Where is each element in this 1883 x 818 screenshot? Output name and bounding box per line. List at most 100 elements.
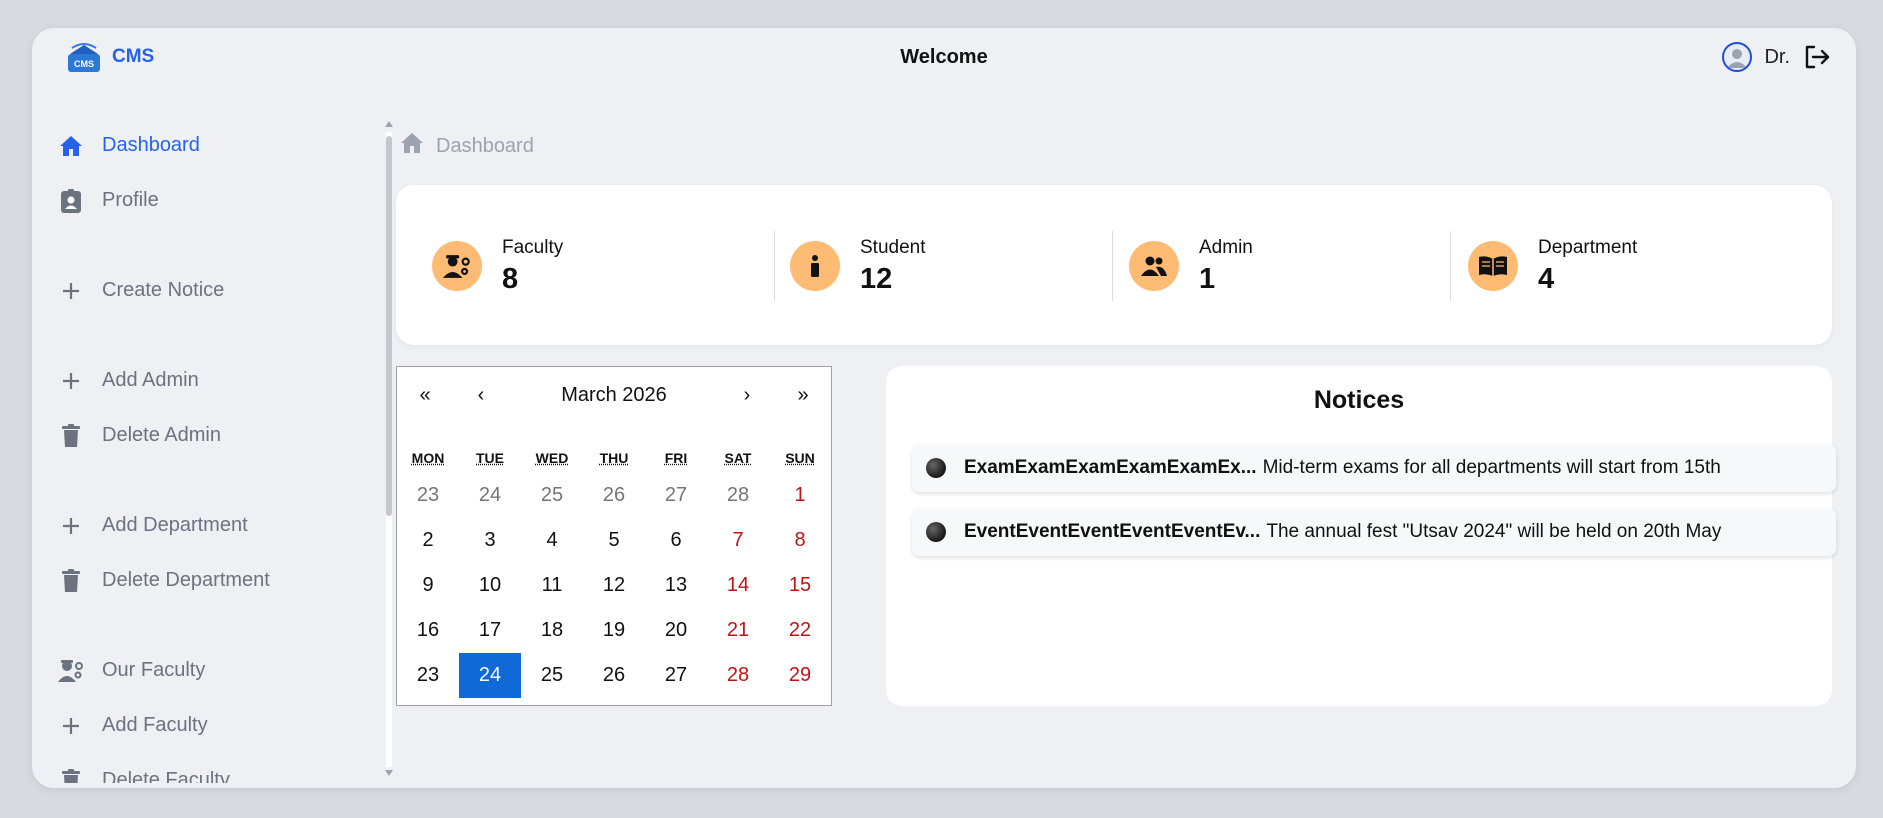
stat-label: Faculty	[502, 236, 564, 258]
sidebar-item-add-department[interactable]: Add Department	[32, 498, 384, 553]
calendar-day[interactable]: 14	[707, 563, 769, 608]
calendar-day[interactable]: 11	[521, 563, 583, 608]
scroll-up-arrow-icon[interactable]	[385, 121, 393, 127]
calendar-day[interactable]: 29	[769, 653, 831, 698]
plus-icon	[58, 368, 84, 394]
calendar-day[interactable]: 7	[707, 518, 769, 563]
calendar-day[interactable]: 12	[583, 563, 645, 608]
avatar-icon[interactable]	[1722, 42, 1753, 72]
calendar-weekdays: MON TUE WED THU FRI SAT SUN	[397, 443, 831, 473]
calendar-day[interactable]: 27	[645, 653, 707, 698]
home-icon	[58, 133, 84, 159]
sidebar-item-profile[interactable]: Profile	[32, 173, 384, 228]
breadcrumb-label[interactable]: Dashboard	[436, 135, 534, 158]
calendar-day[interactable]: 2	[397, 518, 459, 563]
calendar-day[interactable]: 20	[645, 608, 707, 653]
calendar-day-today[interactable]: 24	[459, 653, 521, 698]
next-month-button[interactable]: ›	[719, 384, 775, 407]
weekday-label: FRI	[664, 450, 688, 466]
calendar-day[interactable]: 16	[397, 608, 459, 653]
stat-value: 1	[1199, 262, 1216, 295]
faculty-icon	[432, 241, 482, 291]
trash-icon	[58, 768, 84, 783]
sidebar-item-delete-faculty[interactable]: Delete Faculty	[32, 753, 384, 783]
calendar-day[interactable]: 26	[583, 473, 645, 518]
sidebar: Dashboard Profile Create Notice Add Admi…	[32, 118, 384, 783]
calendar-day[interactable]: 10	[459, 563, 521, 608]
calendar-day[interactable]: 24	[459, 473, 521, 518]
sidebar-item-label: Delete Department	[102, 569, 270, 591]
calendar: « ‹ March 2026 › » MON TUE WED THU FRI SAT SUN…	[396, 366, 832, 706]
sidebar-item-add-faculty[interactable]: Add Faculty	[32, 698, 384, 753]
next-year-button[interactable]: »	[775, 384, 831, 407]
calendar-day[interactable]: 6	[645, 518, 707, 563]
calendar-day[interactable]: 21	[707, 608, 769, 653]
sidebar-item-delete-department[interactable]: Delete Department	[32, 553, 384, 608]
calendar-day[interactable]: 25	[521, 653, 583, 698]
calendar-nav: « ‹ March 2026 › »	[397, 367, 831, 423]
stat-label: Student	[860, 236, 926, 258]
notice-title: EventEventEventEventEventEv...	[964, 521, 1261, 542]
student-icon	[790, 241, 840, 291]
sidebar-item-label: Delete Admin	[102, 424, 221, 446]
id-badge-icon	[58, 188, 84, 214]
calendar-day[interactable]: 23	[397, 653, 459, 698]
notice-text: The annual fest "Utsav 2024" will be hel…	[1266, 521, 1722, 542]
logout-icon[interactable]	[1802, 42, 1832, 72]
sidebar-item-delete-admin[interactable]: Delete Admin	[32, 408, 384, 463]
stat-value: 12	[860, 262, 893, 295]
weekday-label: SAT	[724, 450, 752, 466]
user-name[interactable]: Dr.	[1764, 46, 1790, 69]
calendar-day[interactable]: 25	[521, 473, 583, 518]
calendar-day[interactable]: 23	[397, 473, 459, 518]
calendar-day[interactable]: 18	[521, 608, 583, 653]
notice-item[interactable]: ExamExamExamExamExamEx... Mid-term exams…	[912, 444, 1836, 492]
sidebar-item-label: Add Department	[102, 514, 248, 536]
notice-title: ExamExamExamExamExamEx...	[964, 457, 1257, 478]
app-window: CMS CMS Welcome Dr. Dashboard Profile Cr…	[32, 28, 1856, 788]
sidebar-item-add-admin[interactable]: Add Admin	[32, 353, 384, 408]
sidebar-item-label: Dashboard	[102, 134, 200, 156]
calendar-day[interactable]: 1	[769, 473, 831, 518]
breadcrumb: Dashboard	[400, 132, 534, 160]
plus-icon	[58, 713, 84, 739]
sidebar-item-our-faculty[interactable]: Our Faculty	[32, 643, 384, 698]
bullet-icon	[926, 458, 946, 478]
top-bar: CMS CMS Welcome Dr.	[32, 28, 1856, 88]
stat-label: Department	[1538, 236, 1638, 258]
plus-icon	[58, 513, 84, 539]
calendar-day[interactable]: 17	[459, 608, 521, 653]
user-menu: Dr.	[1722, 42, 1832, 72]
calendar-day[interactable]: 26	[583, 653, 645, 698]
sidebar-item-label: Delete Faculty	[102, 769, 230, 783]
calendar-day[interactable]: 22	[769, 608, 831, 653]
prev-month-button[interactable]: ‹	[453, 384, 509, 407]
calendar-day[interactable]: 9	[397, 563, 459, 608]
plus-icon	[58, 278, 84, 304]
sidebar-scrollbar[interactable]	[384, 118, 394, 778]
calendar-day[interactable]: 5	[583, 518, 645, 563]
sidebar-item-label: Add Faculty	[102, 714, 208, 736]
calendar-day[interactable]: 28	[707, 653, 769, 698]
calendar-day[interactable]: 19	[583, 608, 645, 653]
calendar-day[interactable]: 3	[459, 518, 521, 563]
calendar-month-label[interactable]: March 2026	[509, 384, 719, 407]
scroll-down-arrow-icon[interactable]	[385, 770, 393, 776]
trash-icon	[58, 423, 84, 449]
home-icon[interactable]	[400, 132, 424, 160]
stat-student: Student 12	[790, 231, 926, 301]
sidebar-item-label: Create Notice	[102, 279, 225, 301]
sidebar-item-create-notice[interactable]: Create Notice	[32, 263, 384, 318]
scrollbar-thumb[interactable]	[386, 136, 392, 516]
sidebar-item-dashboard[interactable]: Dashboard	[32, 118, 384, 173]
prev-year-button[interactable]: «	[397, 384, 453, 407]
stat-department: Department 4	[1468, 231, 1637, 301]
calendar-day[interactable]: 27	[645, 473, 707, 518]
weekday-label: THU	[599, 450, 629, 466]
calendar-day[interactable]: 8	[769, 518, 831, 563]
calendar-day[interactable]: 13	[645, 563, 707, 608]
calendar-day[interactable]: 28	[707, 473, 769, 518]
calendar-day[interactable]: 4	[521, 518, 583, 563]
notice-item[interactable]: EventEventEventEventEventEv... The annua…	[912, 508, 1836, 556]
calendar-day[interactable]: 15	[769, 563, 831, 608]
